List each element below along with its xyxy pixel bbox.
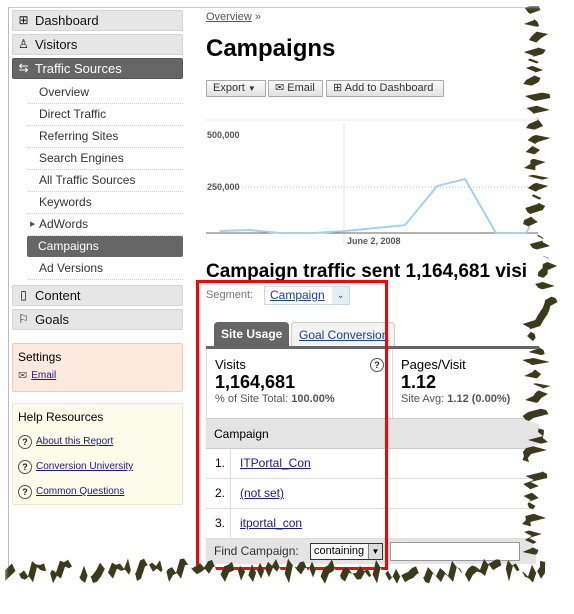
sub-referring-sites[interactable]: Referring Sites	[28, 126, 183, 148]
help-title: Help Resources	[18, 410, 177, 424]
nav-label: Goals	[35, 312, 69, 327]
flag-icon: ⚐	[17, 313, 30, 326]
nav-visitors[interactable]: ♙ Visitors	[12, 34, 183, 55]
sub-search-engines[interactable]: Search Engines	[28, 148, 183, 170]
sub-campaigns[interactable]: Campaigns	[27, 236, 183, 257]
find-campaign-input[interactable]	[390, 542, 520, 561]
x-tick-label: June 2, 2008	[347, 236, 401, 246]
settings-box: Settings ✉ Email	[12, 343, 183, 392]
metric-value: 1.12	[401, 372, 535, 393]
sub-adwords[interactable]: ▶ AdWords	[28, 214, 183, 236]
nav-traffic-sources[interactable]: ⇆ Traffic Sources	[12, 58, 183, 79]
nav-label: Dashboard	[35, 13, 99, 28]
metric-sub-value: 1.12 (0.00%)	[447, 393, 510, 405]
breadcrumb-overview[interactable]: Overview	[206, 11, 252, 23]
y-tick-label: 500,000	[207, 130, 240, 140]
button-label: Email	[287, 82, 315, 94]
grid-icon: ⊞	[333, 82, 342, 94]
page: ⊞ Dashboard ♙ Visitors ⇆ Traffic Sources Ov…	[0, 0, 574, 608]
nav-label: Visitors	[35, 37, 77, 52]
sub-label: AdWords	[39, 217, 88, 231]
nav-label: Content	[35, 288, 81, 303]
email-button[interactable]: ✉ Email	[268, 80, 323, 97]
button-label: Export	[213, 82, 245, 94]
sub-keywords[interactable]: Keywords	[28, 192, 183, 214]
divider	[8, 7, 568, 8]
help-box: Help Resources ? About this Report ? Conve…	[12, 403, 183, 505]
metric-pages-visit: Pages/Visit 1.12 Site Avg: 1.12 (0.00%)	[393, 349, 543, 418]
metric-sub-label: Site Avg:	[401, 393, 444, 405]
y-tick-label: 250,000	[207, 182, 240, 192]
breadcrumb-separator: »	[255, 11, 261, 23]
visits-chart	[206, 118, 566, 248]
nav-label: Traffic Sources	[35, 61, 122, 76]
dropdown-arrow-icon: ▼	[248, 84, 256, 93]
nav-dashboard[interactable]: ⊞ Dashboard	[12, 10, 183, 31]
divider	[8, 7, 9, 607]
help-link-about[interactable]: About this Report	[36, 436, 113, 447]
nav-goals[interactable]: ⚐ Goals	[12, 309, 183, 330]
add-to-dashboard-button[interactable]: ⊞ Add to Dashboard	[326, 80, 444, 97]
grid-icon: ⊞	[17, 14, 30, 27]
button-label: Add to Dashboard	[345, 82, 434, 94]
envelope-icon: ✉	[275, 82, 284, 94]
help-icon: ?	[18, 460, 32, 474]
expand-arrow-icon[interactable]: ▶	[30, 214, 35, 235]
settings-title: Settings	[18, 350, 177, 364]
sub-ad-versions[interactable]: Ad Versions	[28, 258, 183, 280]
help-link-common-questions[interactable]: Common Questions	[36, 486, 124, 497]
sub-all-traffic-sources[interactable]: All Traffic Sources	[28, 170, 183, 192]
sub-overview[interactable]: Overview	[28, 82, 183, 104]
settings-email-link[interactable]: Email	[31, 370, 56, 381]
nav-content[interactable]: ▯ Content	[12, 285, 183, 306]
page-icon: ▯	[17, 289, 30, 302]
arrows-icon: ⇆	[17, 62, 30, 75]
export-button[interactable]: Export ▼	[206, 80, 266, 97]
highlight-box	[196, 280, 388, 570]
help-icon: ?	[18, 435, 32, 449]
help-icon: ?	[18, 485, 32, 499]
metric-label: Pages/Visit	[401, 357, 535, 372]
breadcrumb: Overview »	[206, 11, 261, 23]
sub-direct-traffic[interactable]: Direct Traffic	[28, 104, 183, 126]
page-title: Campaigns	[206, 35, 335, 63]
help-link-conversion-university[interactable]: Conversion University	[36, 461, 133, 472]
envelope-icon: ✉	[18, 369, 27, 382]
person-icon: ♙	[17, 38, 30, 51]
